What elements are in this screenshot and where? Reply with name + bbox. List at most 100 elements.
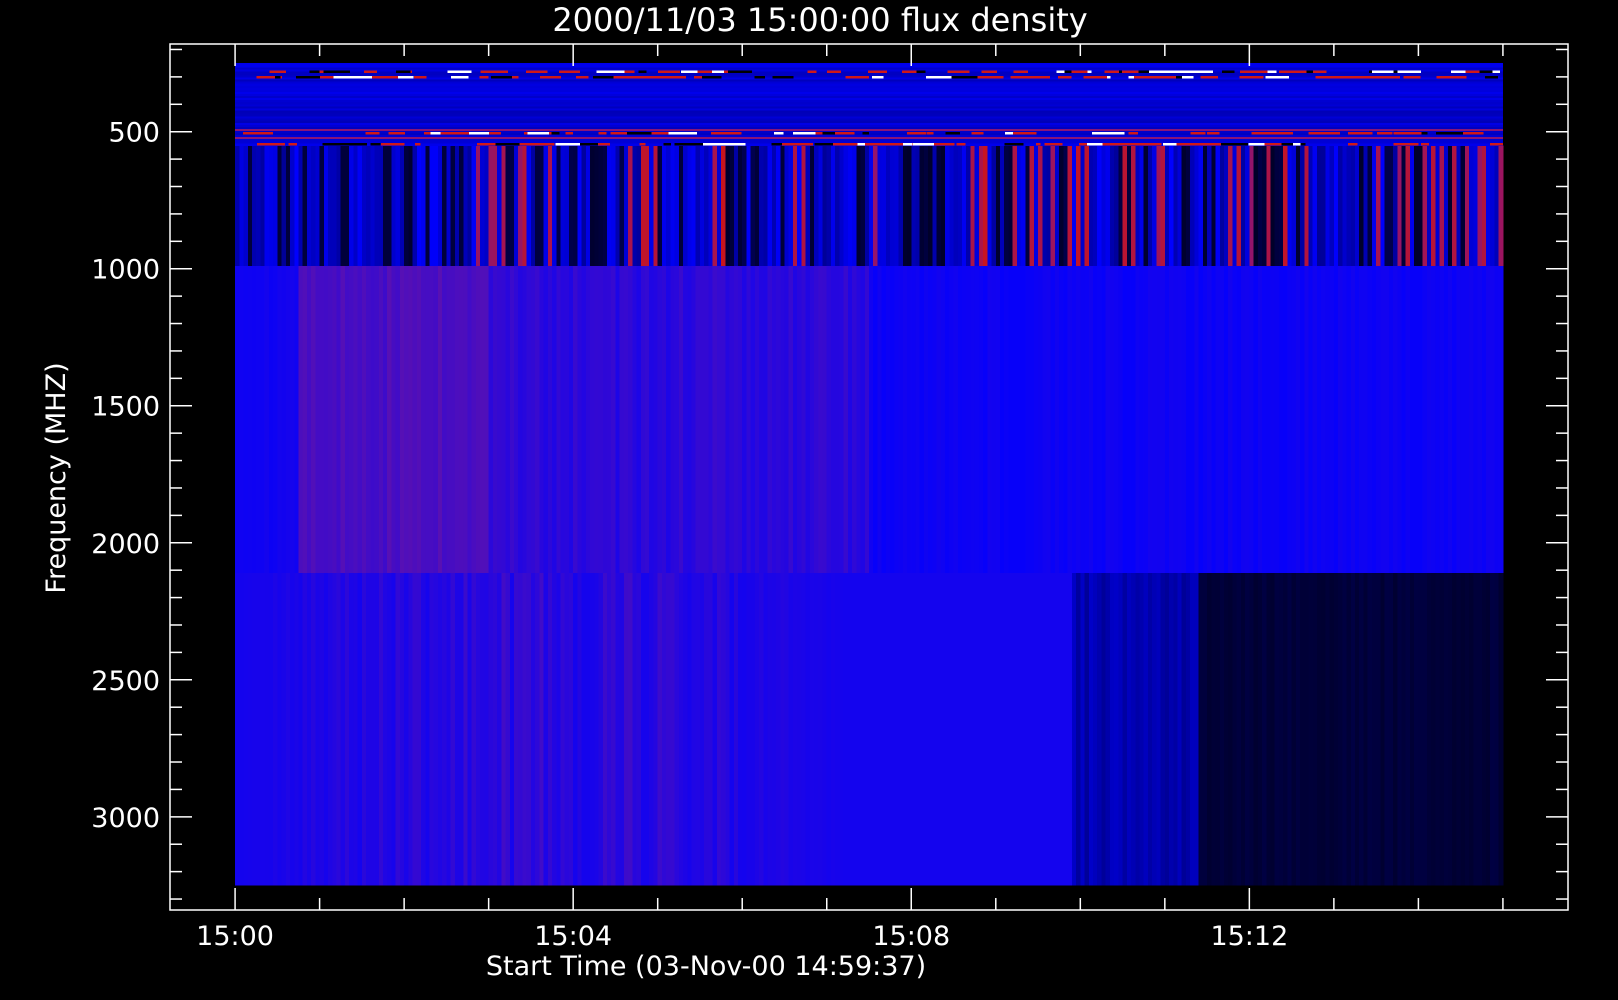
heatmap-cell [1418, 265, 1424, 573]
heatmap-cell [1114, 572, 1119, 886]
heatmap-cell [1239, 75, 1264, 79]
heatmap-cell [1426, 572, 1432, 886]
heatmap-cell [256, 145, 262, 266]
heatmap-cell [269, 70, 286, 73]
heatmap-cell [809, 145, 815, 266]
heatmap-cell [1173, 265, 1179, 573]
heatmap-cell [522, 572, 528, 886]
heatmap-cell [1147, 265, 1153, 573]
heatmap-cell [302, 265, 308, 573]
heatmap-cell [1176, 143, 1206, 146]
heatmap-cell [1452, 265, 1458, 573]
heatmap-cell [771, 265, 777, 573]
heatmap-cell [957, 145, 963, 266]
heatmap-cell [294, 265, 300, 573]
heatmap-cell [978, 265, 984, 573]
heatmap-cell [1207, 145, 1212, 266]
heatmap-cell [961, 265, 967, 573]
heatmap-cell [1156, 572, 1162, 886]
heatmap-cell [708, 265, 714, 573]
heatmap-cell [708, 572, 714, 886]
heatmap-cell [1253, 145, 1259, 266]
heatmap-cell [1355, 572, 1360, 886]
heatmap-cell [700, 143, 727, 146]
heatmap-cell [1059, 145, 1065, 266]
heatmap-cell [442, 572, 447, 886]
heatmap-cell [1198, 572, 1204, 886]
heatmap-cell [822, 132, 835, 135]
heatmap-cell [826, 265, 832, 573]
heatmap-cell [963, 70, 970, 73]
heatmap-cell [404, 265, 409, 573]
heatmap-cell [509, 265, 515, 573]
heatmap-cell [873, 265, 879, 573]
heatmap-cell [873, 572, 879, 886]
heatmap-cell [1215, 265, 1221, 573]
heatmap-cell [754, 265, 760, 573]
heatmap-cell [640, 145, 646, 266]
y-tick-label: 500 [108, 118, 160, 149]
heatmap-cell [966, 265, 972, 573]
heatmap-cell [1109, 265, 1115, 573]
heatmap-cell [514, 265, 519, 573]
heatmap-cell [1371, 265, 1377, 573]
heatmap-cell [602, 572, 608, 886]
heatmap-cell [873, 143, 903, 146]
heatmap-cell [1287, 572, 1293, 886]
heatmap-cell [902, 145, 908, 266]
heatmap-cell [1287, 265, 1293, 573]
heatmap-cell [497, 572, 502, 886]
heatmap-cell [475, 145, 481, 266]
heatmap-cell [1443, 145, 1449, 266]
heatmap-cell [1245, 145, 1250, 266]
heatmap-cell [1420, 143, 1430, 146]
y-tick-label: 1000 [91, 255, 160, 286]
heatmap-cell [940, 145, 946, 266]
heatmap-cell [1481, 265, 1487, 573]
heatmap-cell [657, 145, 663, 266]
heatmap-cell [1245, 265, 1250, 573]
heatmap-cell [463, 265, 469, 573]
heatmap-cell [632, 572, 638, 886]
heatmap-cell [640, 265, 646, 573]
heatmap-cell [1312, 70, 1327, 73]
heatmap-cell [606, 145, 612, 266]
heatmap-cell [898, 265, 904, 573]
heatmap-cell [527, 132, 550, 135]
heatmap-cell [1059, 265, 1065, 573]
heatmap-cell [623, 572, 629, 886]
heatmap-cell [277, 265, 283, 573]
heatmap-cell [1421, 132, 1428, 135]
heatmap-cell [818, 145, 824, 266]
heatmap-cell [1156, 145, 1162, 266]
heatmap-cell [1063, 145, 1069, 266]
band-high [235, 265, 1504, 573]
heatmap-cell [915, 265, 921, 573]
heatmap-cell [1033, 572, 1039, 886]
heatmap-cell [1257, 265, 1263, 573]
heatmap-cell [378, 265, 384, 573]
heatmap-cell [1211, 145, 1217, 266]
heatmap-cell [247, 145, 253, 266]
heatmap-cell [649, 145, 655, 266]
heatmap-cell [691, 572, 697, 886]
heatmap-cell [433, 145, 439, 266]
heatmap-cell [776, 572, 781, 886]
heatmap-cell [1397, 145, 1403, 266]
heatmap-cell [1486, 572, 1491, 886]
heatmap-cell [319, 265, 325, 573]
heatmap-cell [342, 75, 372, 79]
heatmap-cell [788, 265, 794, 573]
heatmap-cell [843, 145, 849, 266]
heatmap-cell [1401, 572, 1407, 886]
heatmap-cell [1278, 145, 1284, 266]
heatmap-cell [488, 572, 494, 886]
heatmap-cell [594, 572, 600, 886]
heatmap-cell [421, 572, 426, 886]
heatmap-cell [683, 145, 688, 266]
heatmap-cell [1033, 265, 1039, 573]
heatmap-cell [1291, 265, 1297, 573]
heatmap-cell [867, 70, 887, 73]
heatmap-cell [1249, 265, 1255, 573]
heatmap-cell [1371, 572, 1377, 886]
